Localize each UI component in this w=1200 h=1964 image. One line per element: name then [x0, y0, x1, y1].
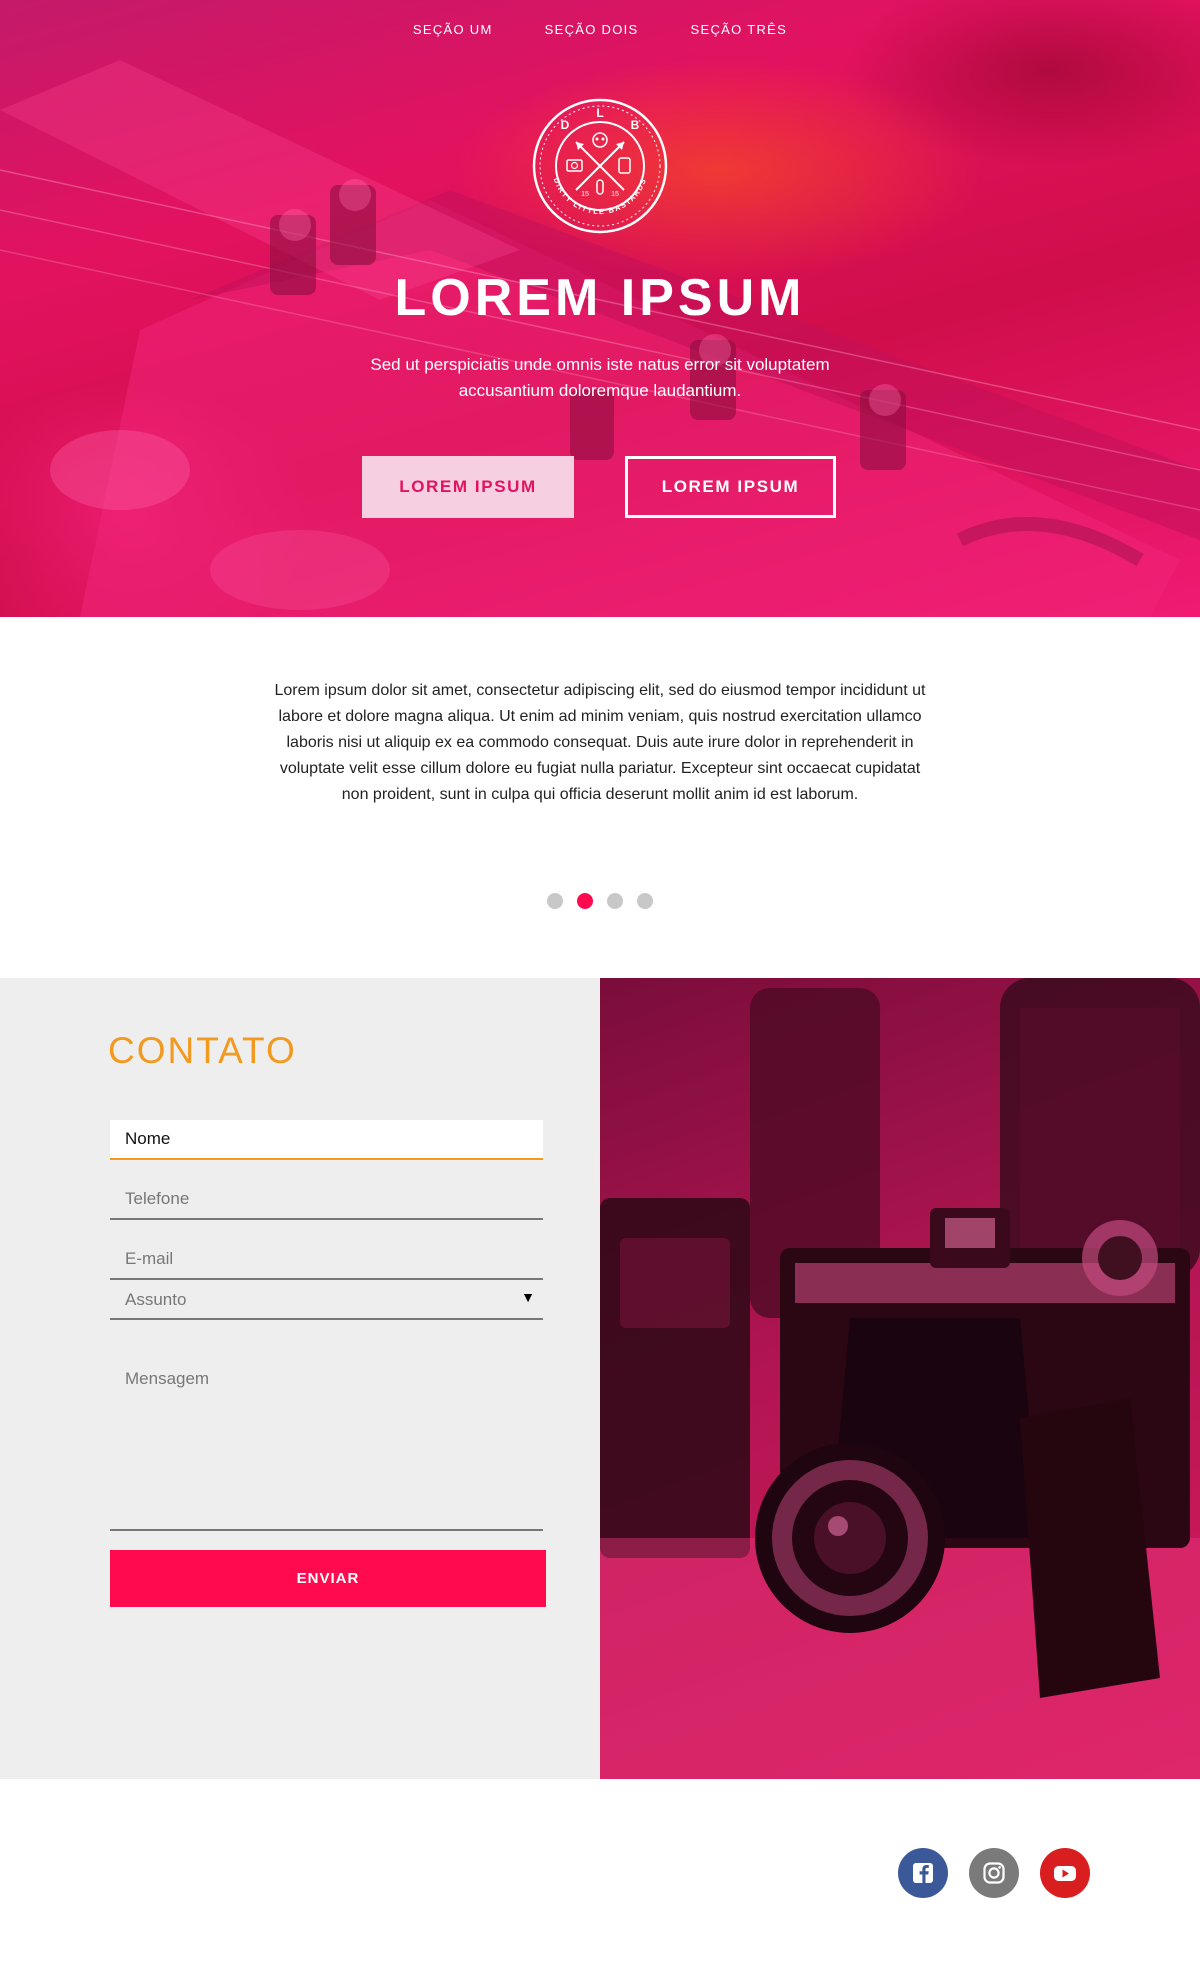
email-field[interactable] [110, 1240, 543, 1280]
social-links [898, 1848, 1090, 1898]
hero-subtitle: Sed ut perspiciatis unde omnis iste natu… [370, 355, 830, 400]
subject-select-wrapper: Assunto ▼ [110, 1280, 543, 1320]
camera-photo [600, 978, 1200, 1779]
hero-section: SEÇÃO UM SEÇÃO DOIS SEÇÃO TRÊS D L B DIR… [0, 0, 1200, 617]
logo-letter-d: D [561, 118, 570, 132]
hero-primary-button[interactable]: LOREM IPSUM [362, 456, 574, 518]
phone-field[interactable] [110, 1180, 543, 1220]
nav-link-secao-tres[interactable]: SEÇÃO TRÊS [691, 22, 788, 37]
nav-link-secao-dois[interactable]: SEÇÃO DOIS [545, 22, 639, 37]
youtube-button[interactable] [1040, 1848, 1090, 1898]
submit-button[interactable]: ENVIAR [110, 1550, 546, 1607]
contact-title: CONTATO [108, 1030, 297, 1071]
carousel-dot-4[interactable] [637, 893, 653, 909]
logo-ring-text: DIRTY LITTLE BASTARDS [552, 176, 647, 216]
logo-year-left: 15 [581, 191, 589, 198]
name-field[interactable] [110, 1120, 543, 1160]
instagram-icon [983, 1862, 1005, 1884]
hero-secondary-button[interactable]: LOREM IPSUM [625, 456, 836, 518]
hero-title: LOREM IPSUM [394, 269, 806, 327]
logo-year-right: 15 [611, 191, 619, 198]
nav-link-secao-um[interactable]: SEÇÃO UM [413, 22, 493, 37]
logo-letter-l: L [596, 106, 603, 120]
youtube-icon [1054, 1866, 1076, 1881]
brand-logo[interactable]: D L B DIRTY LITTLE BASTARDS 15 15 [530, 96, 670, 236]
facebook-button[interactable] [898, 1848, 948, 1898]
facebook-icon [913, 1863, 933, 1883]
logo-letter-b: B [631, 118, 640, 132]
instagram-button[interactable] [969, 1848, 1019, 1898]
top-navigation: SEÇÃO UM SEÇÃO DOIS SEÇÃO TRÊS [0, 22, 1200, 37]
intro-paragraph: Lorem ipsum dolor sit amet, consectetur … [274, 682, 926, 803]
camera-illustration [600, 978, 1200, 1779]
carousel-dot-2-active[interactable] [577, 893, 593, 909]
svg-text:DIRTY LITTLE BASTARDS: DIRTY LITTLE BASTARDS [552, 176, 649, 216]
carousel-dot-3[interactable] [607, 893, 623, 909]
message-field[interactable] [110, 1355, 543, 1531]
carousel-dot-1[interactable] [547, 893, 563, 909]
subject-select[interactable]: Assunto [110, 1280, 543, 1320]
carousel-indicators [0, 893, 1200, 909]
